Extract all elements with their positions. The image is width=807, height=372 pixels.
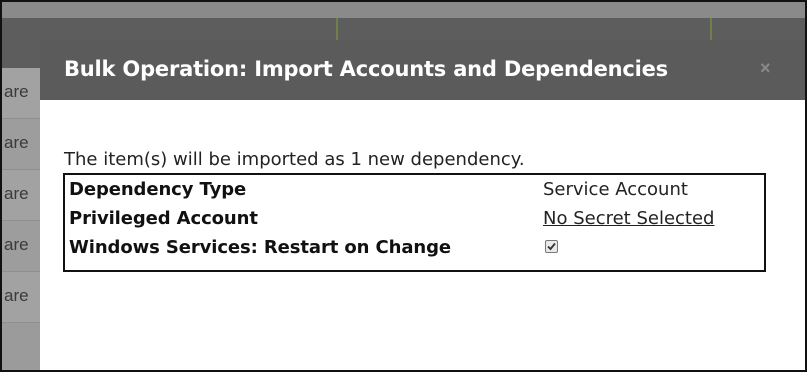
property-row-restart-on-change: Windows Services: Restart on Change xyxy=(65,235,764,261)
dialog-title: Bulk Operation: Import Accounts and Depe… xyxy=(64,57,668,81)
background-row-text: are xyxy=(4,286,29,305)
import-summary-text: The item(s) will be imported as 1 new de… xyxy=(64,149,525,170)
property-label: Privileged Account xyxy=(69,208,258,229)
property-row-privileged-account: Privileged Account No Secret Selected xyxy=(65,206,764,232)
dependency-properties-table: Dependency Type Service Account Privileg… xyxy=(63,173,766,272)
background-column-divider xyxy=(336,18,338,40)
screenshot-frame: are are are are are Bulk Operation: Impo… xyxy=(0,0,807,372)
property-label: Windows Services: Restart on Change xyxy=(69,237,452,258)
background-row-text: are xyxy=(4,133,29,152)
checkmark-icon xyxy=(547,242,556,251)
background-row-text: are xyxy=(4,235,29,254)
dependency-type-value: Service Account xyxy=(543,179,688,200)
restart-on-change-checkbox[interactable] xyxy=(545,240,558,253)
close-icon[interactable]: × xyxy=(760,58,771,79)
background-column-divider xyxy=(710,18,712,40)
privileged-account-link[interactable]: No Secret Selected xyxy=(543,208,714,229)
background-row-text: are xyxy=(4,82,29,101)
background-row-text: are xyxy=(4,184,29,203)
background-header-strip xyxy=(2,2,805,18)
dialog-header: Bulk Operation: Import Accounts and Depe… xyxy=(40,40,805,100)
property-label: Dependency Type xyxy=(69,179,247,200)
import-dialog: Bulk Operation: Import Accounts and Depe… xyxy=(40,40,805,370)
property-row-dependency-type: Dependency Type Service Account xyxy=(65,177,764,203)
